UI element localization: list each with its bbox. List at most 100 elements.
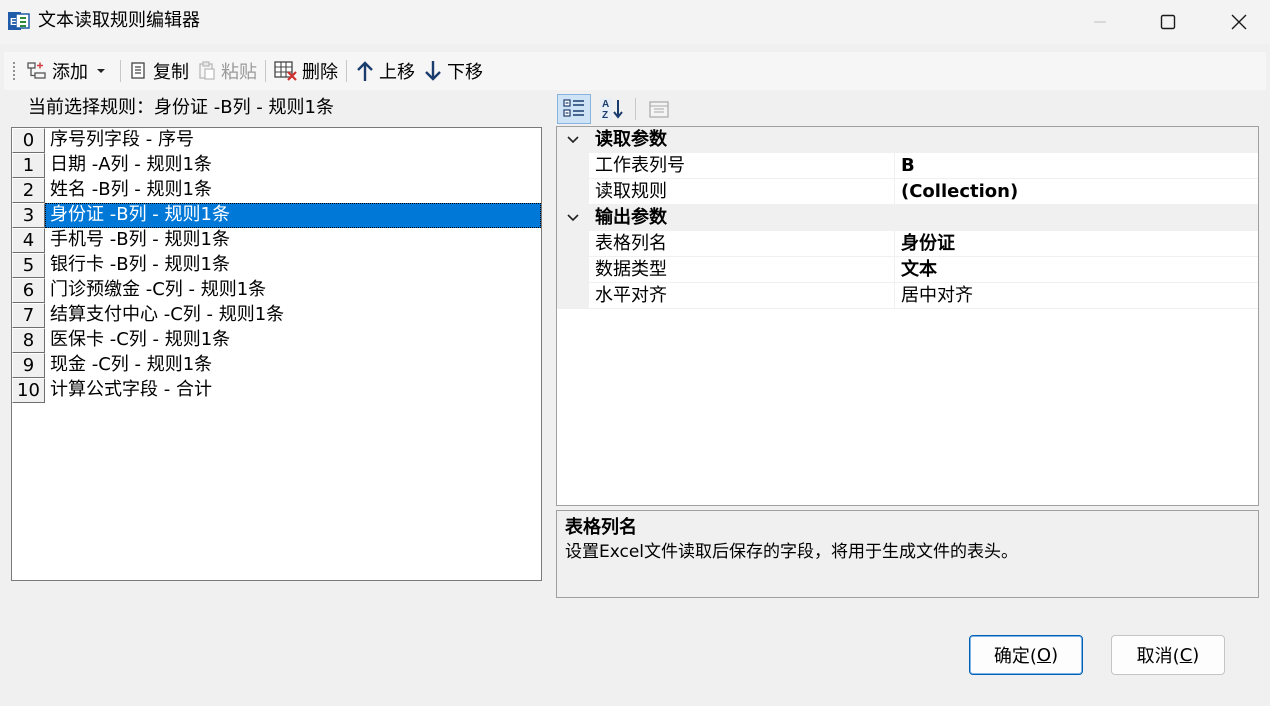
arrow-up-icon (357, 61, 373, 81)
move-up-button[interactable]: 上移 (351, 56, 419, 86)
category-label: 读取参数 (595, 129, 667, 150)
row-index: 2 (12, 178, 45, 203)
paste-button[interactable]: 粘贴 (193, 56, 261, 86)
list-item[interactable]: 0 序号列字段 - 序号 (12, 128, 541, 153)
paste-label: 粘贴 (221, 62, 257, 83)
row-gutter (557, 179, 589, 205)
list-item[interactable]: 1 日期 -A列 - 规则1条 (12, 153, 541, 178)
chevron-down-icon (97, 69, 105, 73)
move-down-button[interactable]: 下移 (419, 56, 487, 86)
property-row[interactable]: 工作表列号 B (557, 153, 1258, 179)
list-item[interactable]: 5 银行卡 -B列 - 规则1条 (12, 253, 541, 278)
property-pages-icon (649, 101, 669, 118)
row-index: 5 (12, 253, 45, 278)
rule-list[interactable]: 0 序号列字段 - 序号 1 日期 -A列 - 规则1条 2 姓名 -B列 - … (11, 127, 542, 581)
list-item[interactable]: 9 现金 -C列 - 规则1条 (12, 353, 541, 378)
collapse-toggle[interactable] (557, 205, 589, 231)
row-index: 9 (12, 353, 45, 378)
cancel-label-end: ) (1192, 644, 1200, 666)
svg-text:Z: Z (602, 110, 608, 121)
list-item[interactable]: 8 医保卡 -C列 - 规则1条 (12, 328, 541, 353)
row-text: 序号列字段 - 序号 (50, 129, 194, 150)
excel-icon: E (8, 12, 30, 30)
chevron-down-icon (567, 136, 579, 144)
copy-button[interactable]: 复制 (125, 56, 193, 86)
svg-text:A: A (602, 99, 609, 110)
row-text: 手机号 -B列 - 规则1条 (50, 229, 230, 250)
property-value[interactable]: 居中对齐 (895, 283, 1258, 309)
toolbar-grip[interactable] (12, 61, 16, 81)
description-text: 设置Excel文件读取后保存的字段，将用于生成文件的表头。 (565, 542, 1019, 562)
row-index: 3 (12, 203, 45, 228)
list-item[interactable]: 6 门诊预缴金 -C列 - 规则1条 (12, 278, 541, 303)
row-text: 计算公式字段 - 合计 (50, 379, 212, 400)
maximize-icon (1160, 14, 1176, 30)
category-output-params[interactable]: 输出参数 (557, 205, 1258, 231)
close-button[interactable] (1204, 0, 1270, 44)
copy-icon (131, 62, 145, 79)
list-item[interactable]: 7 结算支付中心 -C列 - 规则1条 (12, 303, 541, 328)
row-text: 日期 -A列 - 规则1条 (50, 154, 212, 175)
property-value[interactable]: 文本 (895, 257, 1258, 283)
window-title: 文本读取规则编辑器 (38, 10, 200, 31)
row-text: 身份证 -B列 - 规则1条 (45, 203, 541, 228)
cancel-button[interactable]: 取消(C) (1111, 635, 1225, 675)
list-item[interactable]: 2 姓名 -B列 - 规则1条 (12, 178, 541, 203)
row-index: 7 (12, 303, 45, 328)
close-icon (1231, 14, 1247, 30)
property-name: 表格列名 (589, 231, 895, 257)
property-row[interactable]: 表格列名 身份证 (557, 231, 1258, 257)
toolbar: 添加 复制 粘贴 删除 上移 下移 (4, 52, 1266, 90)
row-index: 4 (12, 228, 45, 253)
description-title: 表格列名 (565, 517, 637, 538)
property-pages-button[interactable] (642, 94, 676, 124)
list-item-selected[interactable]: 3 身份证 -B列 - 规则1条 (12, 203, 541, 228)
property-row[interactable]: 读取规则 (Collection) (557, 179, 1258, 205)
delete-label: 删除 (302, 62, 338, 83)
row-index: 10 (12, 378, 45, 403)
ok-label: 确定( (993, 646, 1037, 667)
property-name: 读取规则 (589, 179, 895, 205)
category-read-params[interactable]: 读取参数 (557, 127, 1258, 153)
cancel-accelerator: C (1179, 644, 1193, 666)
delete-table-icon (274, 61, 297, 81)
row-gutter (557, 257, 589, 283)
property-grid[interactable]: 读取参数 工作表列号 B 读取规则 (Collection) 输出参数 表格列名… (556, 126, 1259, 506)
property-value[interactable]: B (895, 153, 1258, 179)
alphabetical-view-button[interactable]: A Z (595, 94, 629, 124)
row-text: 现金 -C列 - 规则1条 (50, 354, 213, 375)
ok-button[interactable]: 确定(O) (969, 635, 1083, 675)
chevron-down-icon (567, 214, 579, 222)
description-panel: 表格列名 设置Excel文件读取后保存的字段，将用于生成文件的表头。 (556, 510, 1259, 598)
row-gutter (557, 231, 589, 257)
collapse-toggle[interactable] (557, 127, 589, 153)
property-row[interactable]: 水平对齐 居中对齐 (557, 283, 1258, 309)
list-item[interactable]: 4 手机号 -B列 - 规则1条 (12, 228, 541, 253)
add-rule-icon (27, 62, 46, 79)
toolbar-separator (120, 60, 121, 82)
toolbar-separator (635, 98, 636, 120)
row-index: 6 (12, 278, 45, 303)
arrow-down-icon (425, 61, 441, 81)
row-text: 医保卡 -C列 - 规则1条 (50, 329, 231, 350)
title-bar: E 文本读取规则编辑器 (0, 0, 1270, 44)
categorized-view-button[interactable] (557, 94, 591, 124)
svg-text:E: E (10, 17, 17, 28)
add-button[interactable]: 添加 (22, 56, 116, 86)
row-gutter (557, 283, 589, 309)
move-up-label: 上移 (379, 62, 415, 83)
list-item[interactable]: 10 计算公式字段 - 合计 (12, 378, 541, 403)
delete-button[interactable]: 删除 (270, 56, 342, 86)
property-value[interactable]: 身份证 (895, 231, 1258, 257)
minimize-icon (1094, 21, 1106, 23)
minimize-button[interactable] (1065, 0, 1135, 44)
category-label: 输出参数 (595, 207, 667, 228)
property-row[interactable]: 数据类型 文本 (557, 257, 1258, 283)
property-toolbar: A Z (557, 94, 680, 124)
categorized-icon (563, 99, 584, 117)
row-index: 1 (12, 153, 45, 178)
current-rule-label: 当前选择规则：身份证 -B列 - 规则1条 (28, 97, 334, 118)
maximize-button[interactable] (1133, 0, 1203, 44)
toolbar-separator (346, 60, 347, 82)
property-value[interactable]: (Collection) (895, 179, 1258, 205)
